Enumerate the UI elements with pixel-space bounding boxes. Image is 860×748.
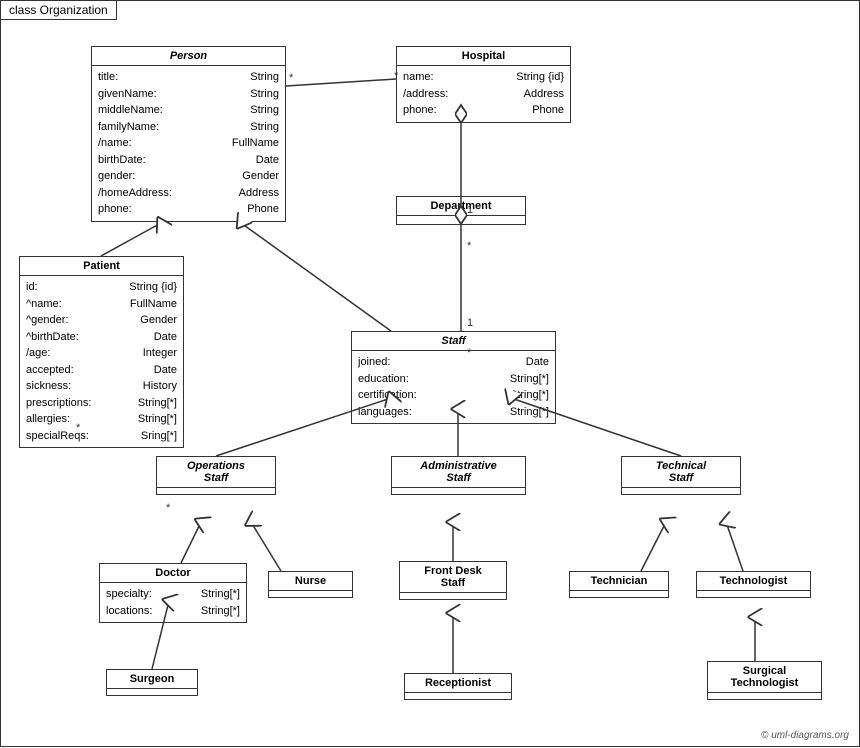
class-person: Person title:String givenName:String mid… [91, 46, 286, 222]
multiplicity-ops-star: * [166, 502, 171, 514]
class-technologist-body [697, 591, 810, 597]
class-hospital-body: name:String {id} /address:Address phone:… [397, 66, 570, 122]
class-technician: Technician [569, 571, 669, 598]
class-technical-staff-title: Technical Staff [622, 457, 740, 488]
class-receptionist-title: Receptionist [405, 674, 511, 693]
class-patient: Patient id:String {id} ^name:FullName ^g… [19, 256, 184, 448]
class-operations-staff-title: Operations Staff [157, 457, 275, 488]
class-department-body [397, 216, 525, 224]
class-surgeon-body [107, 689, 197, 695]
copyright: © uml-diagrams.org [761, 730, 849, 741]
class-hospital-title: Hospital [397, 47, 570, 66]
class-technician-body [570, 591, 668, 597]
class-surgeon: Surgeon [106, 669, 198, 696]
class-front-desk-staff-title: Front Desk Staff [400, 562, 506, 593]
diagram-title: class Organization [1, 1, 117, 20]
class-doctor: Doctor specialty:String[*] locations:Str… [99, 563, 247, 623]
class-surgical-technologist-title: Surgical Technologist [708, 662, 821, 693]
class-administrative-staff-body [392, 488, 525, 494]
class-technical-staff: Technical Staff [621, 456, 741, 495]
class-staff-title: Staff [352, 332, 555, 351]
class-front-desk-staff-body [400, 593, 506, 599]
class-department-title: Department [397, 197, 525, 216]
class-patient-body: id:String {id} ^name:FullName ^gender:Ge… [20, 276, 183, 447]
class-nurse: Nurse [268, 571, 353, 598]
class-operations-staff-body [157, 488, 275, 494]
class-technologist: Technologist [696, 571, 811, 598]
class-person-title: Person [92, 47, 285, 66]
class-receptionist-body [405, 693, 511, 699]
class-staff: Staff joined:Date education:String[*] ce… [351, 331, 556, 424]
class-technical-staff-body [622, 488, 740, 494]
class-technician-title: Technician [570, 572, 668, 591]
class-administrative-staff: Administrative Staff [391, 456, 526, 495]
class-department: Department [396, 196, 526, 225]
diagram-container: class Organization Person title:String g… [0, 0, 860, 747]
class-patient-title: Patient [20, 257, 183, 276]
class-staff-body: joined:Date education:String[*] certific… [352, 351, 555, 423]
class-operations-staff: Operations Staff [156, 456, 276, 495]
class-front-desk-staff: Front Desk Staff [399, 561, 507, 600]
class-doctor-body: specialty:String[*] locations:String[*] [100, 583, 246, 622]
class-hospital: Hospital name:String {id} /address:Addre… [396, 46, 571, 123]
class-person-body: title:String givenName:String middleName… [92, 66, 285, 221]
multiplicity-dept-staff: 1 [467, 317, 473, 329]
class-nurse-body [269, 591, 352, 597]
class-surgeon-title: Surgeon [107, 670, 197, 689]
class-administrative-staff-title: Administrative Staff [392, 457, 525, 488]
multiplicity-dept-star: * [467, 240, 472, 252]
multiplicity-person-hospital: * [289, 72, 294, 84]
class-receptionist: Receptionist [404, 673, 512, 700]
class-technologist-title: Technologist [697, 572, 810, 591]
class-nurse-title: Nurse [269, 572, 352, 591]
class-doctor-title: Doctor [100, 564, 246, 583]
class-surgical-technologist-body [708, 693, 821, 699]
class-surgical-technologist: Surgical Technologist [707, 661, 822, 700]
